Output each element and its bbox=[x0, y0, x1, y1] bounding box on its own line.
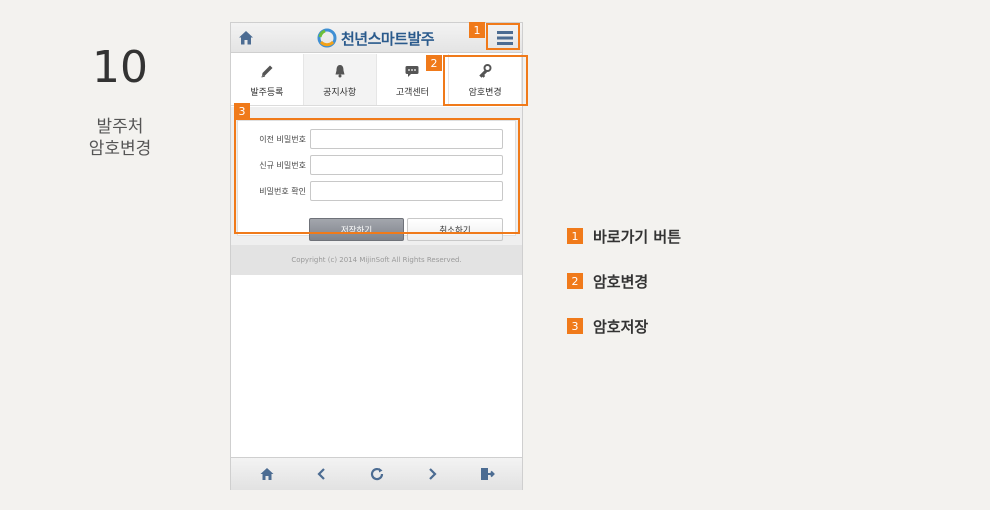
old-password-row: 이전 비밀번호 bbox=[238, 129, 517, 149]
legend-number: 3 bbox=[567, 318, 583, 334]
tab-order-register[interactable]: 발주등록 bbox=[231, 54, 304, 105]
legend-number: 1 bbox=[567, 228, 583, 244]
callout-badge-3: 3 bbox=[234, 103, 250, 119]
legend-number: 2 bbox=[567, 273, 583, 289]
new-password-input[interactable] bbox=[310, 155, 503, 175]
logo-mark-icon bbox=[317, 28, 337, 48]
refresh-icon[interactable] bbox=[369, 466, 385, 482]
legend-item: 1 바로가기 버튼 bbox=[567, 227, 682, 246]
cancel-button[interactable]: 취소하기 bbox=[407, 218, 503, 241]
home-icon[interactable] bbox=[237, 29, 255, 47]
new-password-label: 신규 비밀번호 bbox=[259, 160, 306, 170]
forward-icon[interactable] bbox=[424, 466, 440, 482]
confirm-password-label: 비밀번호 확인 bbox=[259, 186, 306, 196]
bell-icon bbox=[335, 65, 345, 78]
new-password-row: 신규 비밀번호 bbox=[238, 155, 517, 175]
key-icon bbox=[479, 64, 492, 78]
old-password-label: 이전 비밀번호 bbox=[259, 134, 306, 144]
step-title-line2: 암호변경 bbox=[88, 139, 152, 159]
pencil-icon bbox=[261, 65, 273, 78]
bottom-nav-bar bbox=[231, 457, 522, 490]
tab-bar: 발주등록 공지사항 고객센터 암호변경 bbox=[231, 54, 522, 106]
phone-screen: 천년스마트발주 발주등록 공지사항 고객센터 암호변경 이전 비밀번호 신규 비… bbox=[230, 22, 523, 490]
step-number: 10 bbox=[92, 42, 148, 93]
legend-text: 암호저장 bbox=[593, 317, 649, 336]
app-logo-text: 천년스마트발주 bbox=[341, 29, 435, 48]
tab-notice[interactable]: 공지사항 bbox=[303, 54, 377, 105]
step-title-line1: 발주처 bbox=[96, 117, 144, 137]
confirm-password-input[interactable] bbox=[310, 181, 503, 201]
chat-icon bbox=[405, 66, 419, 77]
callout-badge-1: 1 bbox=[469, 22, 485, 38]
tab-label: 암호변경 bbox=[468, 88, 502, 98]
copyright-text: Copyright (c) 2014 MijinSoft All Rights … bbox=[231, 245, 522, 275]
menu-icon[interactable] bbox=[492, 27, 518, 49]
password-form-area: 이전 비밀번호 신규 비밀번호 비밀번호 확인 저장하기 취소하기 bbox=[231, 107, 522, 267]
password-form: 이전 비밀번호 신규 비밀번호 비밀번호 확인 저장하기 취소하기 bbox=[237, 120, 517, 241]
step-title: 발주처 암호변경 bbox=[60, 116, 180, 160]
back-icon[interactable] bbox=[314, 466, 330, 482]
home-icon[interactable] bbox=[259, 466, 275, 482]
old-password-input[interactable] bbox=[310, 129, 503, 149]
confirm-password-row: 비밀번호 확인 bbox=[238, 181, 517, 201]
save-button[interactable]: 저장하기 bbox=[309, 218, 404, 241]
legend-item: 2 암호변경 bbox=[567, 272, 681, 291]
tab-change-password[interactable]: 암호변경 bbox=[449, 54, 522, 105]
tab-label: 고객센터 bbox=[395, 88, 429, 98]
legend: 1 바로가기 버튼 2 암호변경 3 암호저장 bbox=[567, 227, 681, 362]
tab-label: 공지사항 bbox=[323, 88, 357, 98]
legend-item: 3 암호저장 bbox=[567, 317, 681, 336]
tab-label: 발주등록 bbox=[250, 88, 284, 98]
legend-text: 암호변경 bbox=[593, 272, 649, 291]
callout-badge-2: 2 bbox=[426, 55, 442, 71]
legend-text: 바로가기 버튼 bbox=[593, 227, 682, 246]
exit-icon[interactable] bbox=[479, 466, 495, 482]
app-logo: 천년스마트발주 bbox=[317, 27, 435, 49]
